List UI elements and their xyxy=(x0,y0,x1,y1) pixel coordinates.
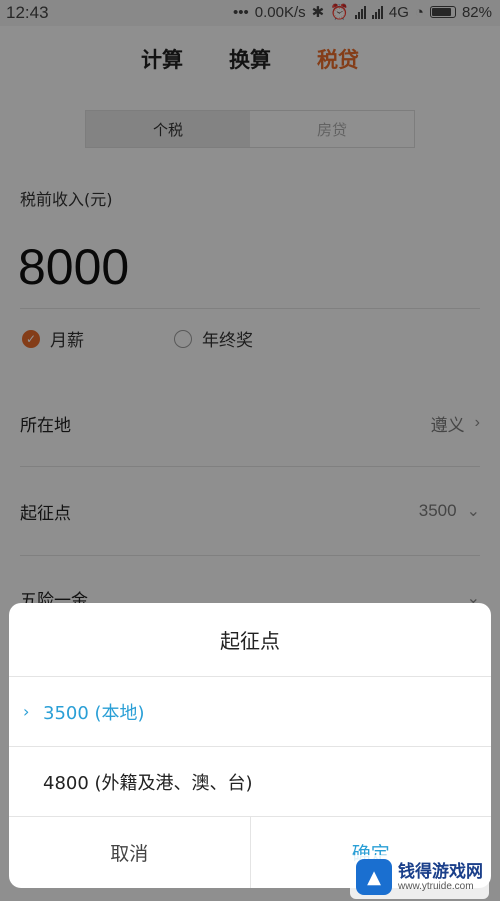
watermark-url: www.ytruide.com xyxy=(398,880,474,892)
watermark-logo-icon: ▲ xyxy=(356,859,392,895)
option-label: 4800 (外籍及港、澳、台) xyxy=(43,772,253,794)
watermark-name: 钱得游戏网 xyxy=(398,861,483,882)
dialog-title: 起征点 xyxy=(9,603,491,677)
option-4800-foreign[interactable]: 4800 (外籍及港、澳、台) xyxy=(9,747,491,817)
chevron-right-icon: › xyxy=(23,702,30,721)
cancel-button[interactable]: 取消 xyxy=(9,817,251,888)
threshold-dialog: 起征点 › 3500 (本地) 4800 (外籍及港、澳、台) 取消 确定 xyxy=(9,603,491,888)
option-3500-local[interactable]: › 3500 (本地) xyxy=(9,677,491,747)
option-label: 3500 (本地) xyxy=(43,702,145,724)
watermark: ▲ 钱得游戏网 www.ytruide.com xyxy=(350,855,489,899)
